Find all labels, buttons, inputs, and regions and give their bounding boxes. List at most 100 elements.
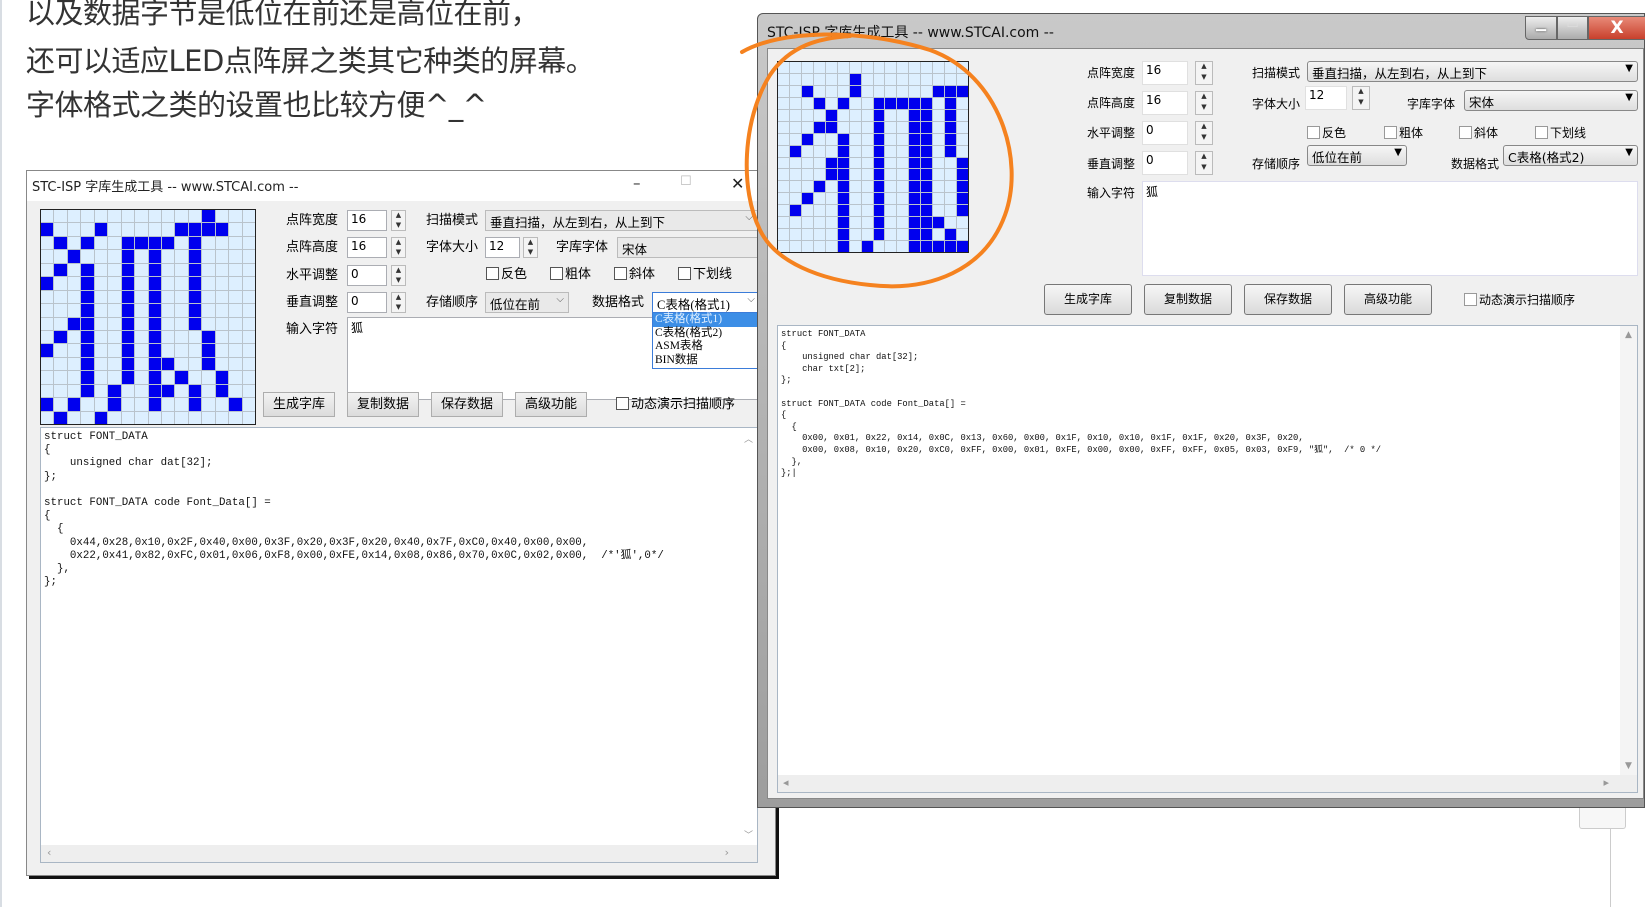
pixel-on[interactable] [81, 371, 94, 384]
pixel-off[interactable] [54, 317, 67, 330]
pixel-on[interactable] [933, 217, 945, 229]
pixel-on[interactable] [188, 384, 202, 398]
pixel-on[interactable] [148, 317, 161, 330]
pixel-off[interactable] [945, 157, 957, 169]
pixel-on[interactable] [188, 223, 202, 236]
pixel-off[interactable] [849, 157, 861, 169]
pixel-off[interactable] [849, 97, 861, 109]
pixel-off[interactable] [67, 304, 81, 317]
pixel-off[interactable] [957, 121, 968, 133]
pixel-on[interactable] [909, 241, 921, 252]
pixel-off[interactable] [54, 344, 67, 357]
font-face-select[interactable]: 宋体 [617, 237, 758, 258]
pixel-off[interactable] [242, 371, 255, 384]
pixel-off[interactable] [885, 217, 897, 229]
pixel-off[interactable] [789, 241, 801, 252]
pixel-on[interactable] [801, 85, 813, 97]
pixel-off[interactable] [161, 304, 175, 317]
pixel-off[interactable] [825, 193, 837, 205]
pixel-off[interactable] [897, 109, 909, 121]
pixel-off[interactable] [789, 62, 801, 73]
pixel-off[interactable] [215, 317, 229, 330]
pixel-on[interactable] [837, 133, 849, 145]
pixel-off[interactable] [778, 109, 789, 121]
pixel-off[interactable] [94, 384, 108, 398]
pixel-off[interactable] [215, 398, 229, 411]
spin-down-icon[interactable]: ▼ [524, 248, 537, 258]
pixel-off[interactable] [54, 223, 67, 236]
pixel-off[interactable] [135, 384, 148, 398]
spin-down-icon[interactable]: ▼ [1353, 98, 1369, 109]
pixel-off[interactable] [135, 277, 148, 290]
pixel-off[interactable] [175, 357, 188, 371]
pixel-off[interactable] [778, 205, 789, 217]
pixel-on[interactable] [148, 304, 161, 317]
pixel-off[interactable] [861, 157, 873, 169]
pixel-on[interactable] [121, 330, 135, 344]
pixel-off[interactable] [825, 205, 837, 217]
pixel-off[interactable] [885, 62, 897, 73]
pixel-on[interactable] [921, 121, 933, 133]
pixel-on[interactable] [148, 263, 161, 277]
underline-checkbox[interactable]: 下划线 [1535, 125, 1586, 141]
pixel-off[interactable] [778, 85, 789, 97]
pixel-off[interactable] [945, 62, 957, 73]
height-input[interactable]: 16 [1142, 91, 1188, 115]
pixel-off[interactable] [121, 384, 135, 398]
width-input[interactable]: 16 [1142, 61, 1188, 85]
invert-checkbox[interactable]: 反色 [486, 267, 527, 283]
pixel-off[interactable] [229, 357, 242, 371]
pixel-off[interactable] [957, 73, 968, 85]
pixel-on[interactable] [873, 157, 885, 169]
pixel-off[interactable] [41, 250, 54, 263]
pixel-off[interactable] [897, 85, 909, 97]
pixel-on[interactable] [215, 223, 229, 236]
pixel-on[interactable] [837, 145, 849, 157]
pixel-on[interactable] [148, 371, 161, 384]
pixel-off[interactable] [957, 217, 968, 229]
pixel-on[interactable] [837, 193, 849, 205]
close-button[interactable]: ✕ [731, 174, 744, 193]
pixel-off[interactable] [175, 236, 188, 250]
pixel-on[interactable] [81, 304, 94, 317]
pixel-on[interactable] [921, 217, 933, 229]
pixel-on[interactable] [933, 241, 945, 252]
advanced-button[interactable]: 高级功能 [1344, 284, 1432, 315]
pixel-on[interactable] [957, 181, 968, 193]
pixel-on[interactable] [873, 121, 885, 133]
pixel-off[interactable] [778, 73, 789, 85]
copy-data-button[interactable]: 复制数据 [1144, 284, 1232, 315]
pixel-off[interactable] [67, 344, 81, 357]
pixel-off[interactable] [94, 250, 108, 263]
pixel-on[interactable] [67, 317, 81, 330]
v-adjust-input[interactable]: 0 [347, 292, 387, 313]
pixel-off[interactable] [229, 304, 242, 317]
height-spinner[interactable]: ▲ ▼ [391, 237, 406, 258]
pixel-off[interactable] [242, 384, 255, 398]
pixel-off[interactable] [108, 210, 121, 223]
pixel-off[interactable] [778, 97, 789, 109]
pixel-on[interactable] [789, 145, 801, 157]
pixel-off[interactable] [933, 169, 945, 181]
pixel-on[interactable] [54, 411, 67, 424]
pixel-off[interactable] [215, 330, 229, 344]
pixel-on[interactable] [148, 398, 161, 411]
pixel-off[interactable] [54, 398, 67, 411]
pixel-off[interactable] [825, 133, 837, 145]
pixel-off[interactable] [242, 250, 255, 263]
pixel-off[interactable] [67, 290, 81, 304]
maximize-button[interactable]: ▭ [1557, 16, 1588, 40]
pixel-on[interactable] [148, 290, 161, 304]
spin-up-icon[interactable]: ▲ [1196, 92, 1212, 103]
pixel-off[interactable] [54, 357, 67, 371]
pixel-on[interactable] [909, 229, 921, 241]
pixel-off[interactable] [54, 384, 67, 398]
pixel-off[interactable] [789, 85, 801, 97]
pixel-off[interactable] [813, 133, 825, 145]
pixel-off[interactable] [54, 210, 67, 223]
pixel-off[interactable] [909, 62, 921, 73]
pixel-on[interactable] [215, 384, 229, 398]
pixel-off[interactable] [148, 210, 161, 223]
italic-checkbox[interactable]: 斜体 [614, 267, 655, 283]
pixel-on[interactable] [229, 398, 242, 411]
